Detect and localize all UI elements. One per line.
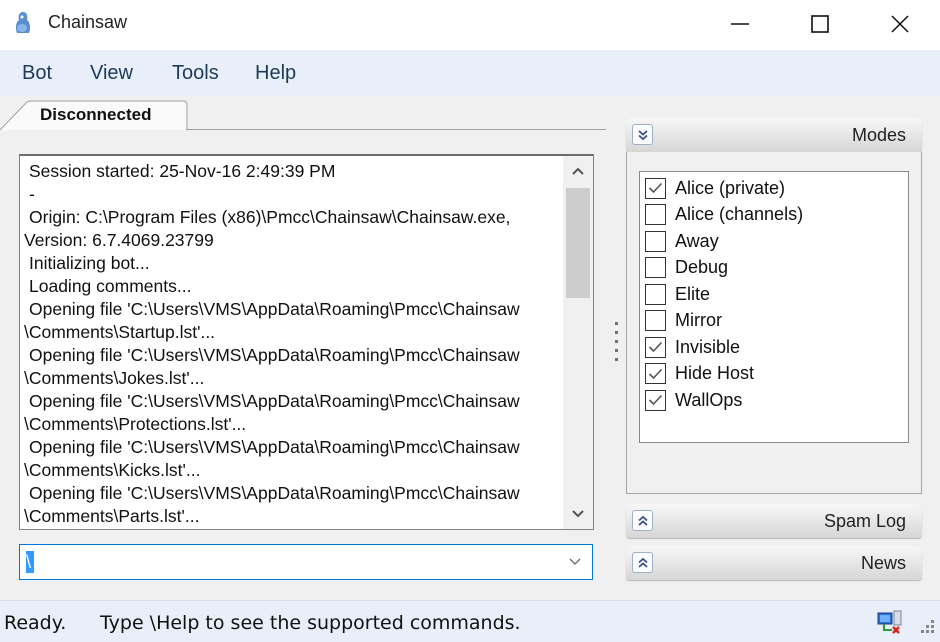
log-line: Opening file 'C:\Users\VMS\AppData\Roami… [29, 391, 520, 411]
tab-baseline [186, 129, 606, 130]
log-line: Opening file 'C:\Users\VMS\AppData\Roami… [29, 345, 520, 365]
checkmark-icon [648, 368, 663, 379]
maximize-button[interactable] [780, 0, 860, 48]
chevron-down-icon [572, 510, 584, 518]
mode-label: Hide Host [675, 363, 755, 383]
news-panel-title: News [860, 553, 906, 573]
modes-collapse-button[interactable] [632, 124, 653, 145]
mode-checkbox[interactable] [645, 310, 666, 331]
log-line: Initializing bot... [29, 253, 150, 273]
mode-item[interactable]: WallOps [645, 387, 742, 413]
scroll-thumb[interactable] [566, 188, 590, 298]
panel-splitter[interactable] [612, 320, 620, 366]
log-line: Loading comments... [29, 276, 192, 296]
modes-panel-body: Alice (private) Alice (channels) Away Debug… [626, 152, 922, 494]
mode-label: Alice (channels) [675, 204, 804, 224]
mode-checkbox[interactable] [645, 389, 666, 411]
spam-log-panel-header[interactable]: Spam Log [626, 504, 922, 538]
window-title: Chainsaw [48, 12, 128, 32]
chevron-double-up-icon [637, 557, 648, 568]
mode-item[interactable]: Hide Host [645, 361, 754, 387]
log-lines: Session started: 25-Nov-16 2:49:39 PM - Or… [24, 160, 564, 528]
chevron-down-icon [569, 558, 581, 565]
mode-label: Alice (private) [675, 177, 786, 198]
close-button[interactable] [860, 0, 940, 48]
scroll-down-button[interactable] [563, 499, 593, 529]
mode-label: Away [675, 230, 719, 251]
mode-item[interactable]: Mirror [645, 308, 722, 334]
status-hint: Type \Help to see the supported commands… [100, 612, 521, 634]
log-line: Session started: 25-Nov-16 2:49:39 PM [29, 161, 336, 181]
mode-checkbox[interactable] [645, 363, 666, 384]
mode-item[interactable]: Away [645, 228, 719, 254]
tab-strip: Disconnected [0, 96, 610, 132]
log-line: Version: 6.7.4069.23799 [24, 230, 214, 250]
menu-tools[interactable]: Tools [172, 62, 219, 85]
log-line: \Comments\Jokes.lst'... [24, 368, 205, 388]
modes-panel-header[interactable]: Modes [626, 118, 922, 152]
spam-log-panel-title: Spam Log [823, 511, 906, 531]
log-line: Origin: C:\Program Files (x86)\Pmcc\Chai… [29, 207, 511, 227]
mode-label: WallOps [675, 389, 743, 410]
log-line: \Comments\Protections.lst'... [24, 414, 247, 434]
tab-disconnected[interactable]: Disconnected [40, 105, 151, 125]
status-state: Ready. [4, 612, 67, 634]
mode-checkbox[interactable] [645, 283, 666, 305]
chainsaw-window: Chainsaw Bot View Tools Help Disconnecte… [0, 0, 940, 642]
chevron-double-down-icon [637, 129, 648, 140]
chevron-double-up-icon [637, 515, 648, 526]
mode-item[interactable]: Debug [645, 255, 728, 281]
news-expand-button[interactable] [632, 552, 653, 573]
log-line: Opening file 'C:\Users\VMS\AppData\Roami… [29, 299, 520, 319]
modes-list: Alice (private) Alice (channels) Away Debug… [639, 171, 909, 443]
mode-label: Elite [675, 283, 711, 304]
command-input[interactable]: \ [19, 544, 593, 580]
mode-checkbox[interactable] [645, 177, 666, 199]
log-line: Opening file 'C:\Users\VMS\AppData\Roami… [29, 483, 520, 503]
log-line: - [29, 184, 35, 204]
mode-item[interactable]: Invisible [645, 334, 740, 360]
title-bar: Chainsaw [0, 0, 940, 50]
command-input-value: \ [26, 551, 34, 573]
modes-panel-title: Modes [851, 125, 906, 145]
mode-item[interactable]: Alice (private) [645, 175, 785, 201]
menu-help[interactable]: Help [255, 62, 296, 85]
checkmark-icon [648, 182, 663, 194]
checkmark-icon [648, 394, 663, 406]
mode-label: Mirror [675, 310, 722, 330]
mode-item[interactable]: Elite [645, 281, 710, 307]
mode-checkbox[interactable] [645, 257, 666, 278]
minimize-icon [731, 23, 749, 25]
resize-grip[interactable] [918, 618, 936, 636]
log-line: \Comments\Startup.lst'... [24, 322, 216, 342]
chainsaw-app-icon [15, 12, 31, 33]
chevron-up-icon [572, 167, 584, 175]
maximize-icon [811, 15, 829, 33]
log-line: \Comments\Kicks.lst'... [24, 460, 201, 480]
log-scrollbar[interactable] [563, 156, 593, 529]
command-history-dropdown[interactable] [562, 549, 588, 575]
close-icon [891, 15, 909, 33]
mode-item[interactable]: Alice (channels) [645, 202, 803, 228]
scroll-up-button[interactable] [563, 156, 593, 186]
mode-label: Invisible [675, 336, 741, 357]
news-panel-header[interactable]: News [626, 546, 922, 580]
mode-checkbox[interactable] [645, 230, 666, 252]
session-log[interactable]: Session started: 25-Nov-16 2:49:39 PM - Or… [19, 154, 594, 530]
menu-view[interactable]: View [90, 62, 133, 85]
status-bar: Ready. Type \Help to see the supported c… [0, 600, 940, 642]
menu-bar: Bot View Tools Help [0, 50, 940, 96]
log-line: \Comments\Parts.lst'... [24, 506, 200, 526]
menu-bot[interactable]: Bot [22, 62, 52, 85]
checkmark-icon [648, 341, 663, 353]
mode-checkbox[interactable] [645, 336, 666, 358]
spam-log-expand-button[interactable] [632, 510, 653, 531]
log-line: Opening file 'C:\Users\VMS\AppData\Roami… [29, 437, 520, 457]
minimize-button[interactable] [700, 0, 780, 48]
mode-checkbox[interactable] [645, 204, 666, 225]
mode-label: Debug [675, 257, 729, 277]
network-disconnected-icon[interactable] [876, 610, 904, 636]
